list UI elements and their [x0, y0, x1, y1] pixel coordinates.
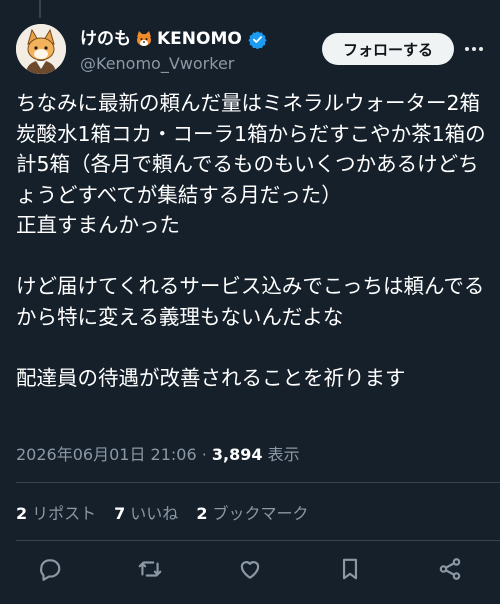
- follow-button[interactable]: フォローする: [322, 33, 454, 65]
- display-name[interactable]: けのも KENOMO: [80, 28, 267, 50]
- meta-separator: ·: [201, 445, 207, 464]
- repost-icon[interactable]: [136, 555, 164, 583]
- views-count: 3,894: [211, 445, 263, 464]
- action-bar: [0, 553, 500, 587]
- divider: [16, 540, 500, 541]
- tweet-meta: 2026年06月01日 21:06 · 3,894 表示: [16, 441, 300, 465]
- reposts-label: リポスト: [32, 504, 97, 523]
- timestamp[interactable]: 2026年06月01日 21:06: [16, 445, 197, 464]
- display-name-prefix: けのも: [80, 29, 131, 49]
- fox-face-icon: [135, 30, 153, 48]
- bookmark-icon[interactable]: [336, 555, 364, 583]
- views-label: 表示: [267, 445, 300, 464]
- author-block[interactable]: けのも KENOMO @Kenomo_Vworker: [80, 28, 267, 73]
- likes-stat[interactable]: 7 いいね: [114, 500, 178, 524]
- likes-count: 7: [114, 504, 126, 523]
- bookmarks-label: ブックマーク: [212, 504, 309, 523]
- bookmarks-stat[interactable]: 2 ブックマーク: [196, 500, 308, 524]
- likes-label: いいね: [130, 504, 179, 523]
- thread-connector-line: [39, 0, 41, 18]
- bookmarks-count: 2: [196, 504, 208, 523]
- more-options-icon[interactable]: [462, 38, 486, 60]
- verified-badge-icon: [248, 30, 267, 49]
- like-icon[interactable]: [236, 555, 264, 583]
- avatar[interactable]: [16, 24, 66, 74]
- tweet-text: ちなみに最新の頼んだ量はミネラルウォーター2箱炭酸水1箱コカ・コーラ1箱からだす…: [16, 91, 486, 390]
- divider: [16, 482, 500, 483]
- engagement-stats: 2 リポスト 7 いいね 2 ブックマーク: [16, 500, 308, 524]
- author-handle[interactable]: @Kenomo_Vworker: [80, 54, 267, 73]
- share-icon[interactable]: [436, 555, 464, 583]
- display-name-suffix: KENOMO: [157, 29, 242, 49]
- reposts-count: 2: [16, 504, 28, 523]
- reposts-stat[interactable]: 2 リポスト: [16, 500, 96, 524]
- fox-avatar-icon: [16, 24, 66, 74]
- reply-icon[interactable]: [36, 555, 64, 583]
